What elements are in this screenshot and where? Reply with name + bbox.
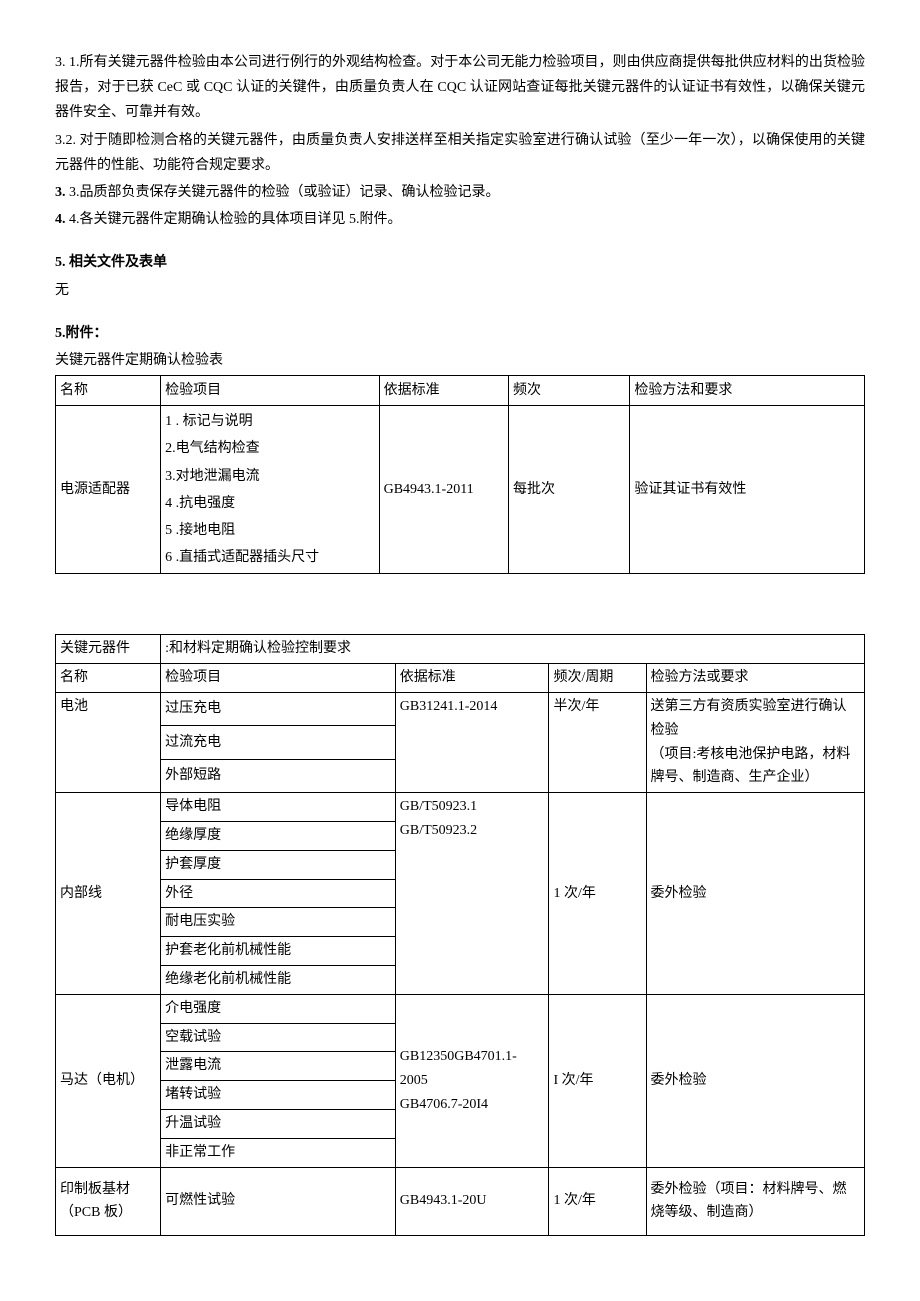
table-row-wire: 内部线 导体电阻 GB/T50923.1 GB/T50923.2 1 次/年 委… (56, 793, 865, 822)
cell-item: 介电强度 (161, 994, 396, 1023)
th-method: 检验方法和要求 (630, 376, 865, 406)
cell-freq: 每批次 (509, 406, 630, 574)
cell-method: 委外检验 (646, 793, 864, 995)
th-item: 检验项目 (161, 664, 396, 693)
table-inspection-1: 名称 检验项目 依据标准 频次 检验方法和要求 电源适配器 1 . 标记与说明 … (55, 375, 865, 574)
text-3-3: 3.品质部负责保存关键元器件的检验（或验证）记录、确认检验记录。 (66, 185, 500, 200)
cell-standard: GB4943.1-2011 (379, 406, 508, 574)
title-right: :和材料定期确认检验控制要求 (161, 635, 865, 664)
table-title-row: 关键元器件 :和材料定期确认检验控制要求 (56, 635, 865, 664)
item-line: 2.电气结构检查 (165, 435, 374, 462)
cell-item: 护套老化前机械性能 (161, 937, 396, 966)
section-5-heading: 5. 相关文件及表单 (55, 250, 865, 275)
table1-caption: 关键元器件定期确认检验表 (55, 348, 865, 373)
cell-method: 送第三方有资质实验室进行确认检验 （项目:考核电池保护电路，材料牌号、制造商、生… (646, 692, 864, 792)
table-row-motor: 马达（电机） 介电强度 GB12350GB4701.1-2005 GB4706.… (56, 994, 865, 1023)
table-header-row: 名称 检验项目 依据标准 频次/周期 检验方法或要求 (56, 664, 865, 693)
th-standard: 依据标准 (379, 376, 508, 406)
cell-freq: I 次/年 (549, 994, 646, 1167)
paragraph-3-4: 4. 4.各关键元器件定期确认检验的具体项目详见 5.附件。 (55, 207, 865, 232)
item-line: 3.对地泄漏电流 (165, 463, 374, 490)
th-name: 名称 (56, 664, 161, 693)
prefix-4: 4. (55, 212, 66, 227)
cell-name: 印制板基材（PCB 板） (56, 1167, 161, 1236)
th-frequency: 频次/周期 (549, 664, 646, 693)
cell-item: 可燃性试验 (161, 1167, 396, 1236)
th-standard: 依据标准 (395, 664, 549, 693)
cell-method: 委外检验（项目：材料牌号、燃烧等级、制造商） (646, 1167, 864, 1236)
table-row: 电源适配器 1 . 标记与说明 2.电气结构检查 3.对地泄漏电流 4 .抗电强… (56, 406, 865, 574)
table-inspection-2: 关键元器件 :和材料定期确认检验控制要求 名称 检验项目 依据标准 频次/周期 … (55, 634, 865, 1236)
cell-name: 马达（电机） (56, 994, 161, 1167)
text-5: 相关文件及表单 (66, 255, 168, 270)
attachment-heading: 5.附件： (55, 321, 865, 346)
th-method: 检验方法或要求 (646, 664, 864, 693)
cell-item: 过流充电 (161, 726, 396, 759)
title-left: 关键元器件 (56, 635, 161, 664)
cell-item: 过压充电 (161, 692, 396, 725)
cell-item: 外部短路 (161, 759, 396, 792)
cell-freq: 半次/年 (549, 692, 646, 792)
cell-freq: 1 次/年 (549, 1167, 646, 1236)
cell-item: 绝缘老化前机械性能 (161, 965, 396, 994)
th-name: 名称 (56, 376, 161, 406)
text-3-4: 4.各关键元器件定期确认检验的具体项目详见 5.附件。 (66, 212, 402, 227)
cell-standard: GB/T50923.1 GB/T50923.2 (395, 793, 549, 995)
item-line: 1 . 标记与说明 (165, 408, 374, 435)
prefix-3: 3. (55, 185, 66, 200)
paragraph-3-1: 3. 1.所有关键元器件检验由本公司进行例行的外观结构检查。对于本公司无能力检验… (55, 50, 865, 126)
item-line: 6 .直插式适配器插头尺寸 (165, 544, 374, 571)
prefix-5: 5. (55, 255, 66, 270)
cell-standard: GB12350GB4701.1-2005 GB4706.7-20I4 (395, 994, 549, 1167)
item-line: 5 .接地电阻 (165, 517, 374, 544)
cell-item: 外径 (161, 879, 396, 908)
th-frequency: 频次 (509, 376, 630, 406)
cell-name: 内部线 (56, 793, 161, 995)
cell-item: 堵转试验 (161, 1081, 396, 1110)
paragraph-3-3: 3. 3.品质部负责保存关键元器件的检验（或验证）记录、确认检验记录。 (55, 180, 865, 205)
cell-item: 导体电阻 (161, 793, 396, 822)
section-5-body: 无 (55, 278, 865, 303)
item-line: 4 .抗电强度 (165, 490, 374, 517)
cell-method: 委外检验 (646, 994, 864, 1167)
cell-standard: GB4943.1-20U (395, 1167, 549, 1236)
cell-item: 非正常工作 (161, 1138, 396, 1167)
cell-item: 空载试验 (161, 1023, 396, 1052)
cell-item: 耐电压实验 (161, 908, 396, 937)
th-item: 检验项目 (161, 376, 379, 406)
cell-item: 绝缘厚度 (161, 821, 396, 850)
paragraph-3-2: 3.2. 对于随即检测合格的关键元器件，由质量负责人安排送样至相关指定实验室进行… (55, 128, 865, 178)
cell-item: 泄露电流 (161, 1052, 396, 1081)
cell-method: 验证其证书有效性 (630, 406, 865, 574)
cell-name: 电池 (56, 692, 161, 792)
table-row-battery: 电池 过压充电 GB31241.1-2014 半次/年 送第三方有资质实验室进行… (56, 692, 865, 725)
cell-standard: GB31241.1-2014 (395, 692, 549, 792)
cell-items: 1 . 标记与说明 2.电气结构检查 3.对地泄漏电流 4 .抗电强度 5 .接… (161, 406, 379, 574)
cell-freq: 1 次/年 (549, 793, 646, 995)
cell-item: 升温试验 (161, 1109, 396, 1138)
table-header-row: 名称 检验项目 依据标准 频次 检验方法和要求 (56, 376, 865, 406)
table-row-pcb: 印制板基材（PCB 板） 可燃性试验 GB4943.1-20U 1 次/年 委外… (56, 1167, 865, 1236)
cell-item: 护套厚度 (161, 850, 396, 879)
cell-name: 电源适配器 (56, 406, 161, 574)
